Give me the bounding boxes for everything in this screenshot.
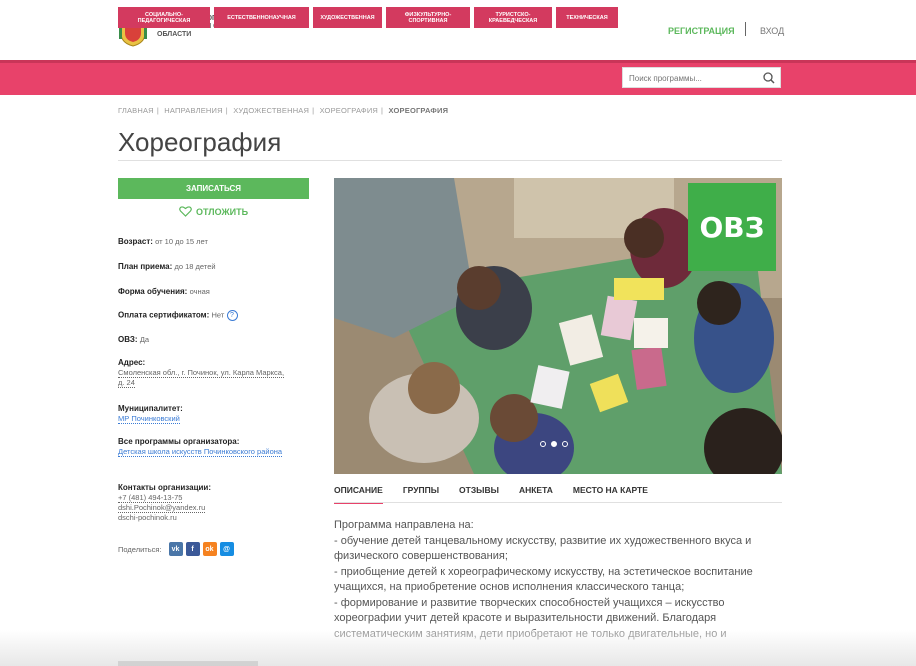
navbar-top-border xyxy=(0,60,916,63)
organizer-link[interactable]: Детская школа искусств Починковского рай… xyxy=(118,447,283,457)
plan-label: План приема: xyxy=(118,262,173,271)
nav-item-natural-science[interactable]: ЕСТЕСТВЕННОНАУЧНАЯ xyxy=(214,7,309,28)
email-link[interactable]: dshi.Pochinok@yandex.ru xyxy=(118,503,206,513)
slider-dots xyxy=(540,441,573,447)
mailru-icon[interactable]: @ xyxy=(219,542,234,556)
breadcrumb-separator: | xyxy=(381,106,384,115)
odnoklassniki-icon[interactable]: ok xyxy=(202,542,217,556)
slider-dot[interactable] xyxy=(562,441,568,447)
description-line: Программа направлена на: xyxy=(334,519,474,531)
certificate-row: Оплата сертификатом: Нет ? xyxy=(118,310,238,321)
address-row: Адрес: Смоленская обл., г. Починок, ул. К… xyxy=(118,358,288,388)
age-value: от 10 до 15 лет xyxy=(155,237,208,246)
municipality-row: Муниципалитет: МР Починковский xyxy=(118,404,288,424)
tabs-divider xyxy=(334,502,782,503)
heart-icon xyxy=(179,206,192,217)
slider-dot[interactable] xyxy=(540,441,546,447)
phone-link[interactable]: +7 (481) 494-13-75 xyxy=(118,493,183,503)
breadcrumb-separator: | xyxy=(225,106,228,115)
breadcrumb-art[interactable]: ХУДОЖЕСТВЕННАЯ xyxy=(233,106,309,115)
nav-item-technical[interactable]: ТЕХНИЧЕСКАЯ xyxy=(556,7,618,28)
login-link[interactable]: ВХОД xyxy=(760,26,784,36)
age-row: Возраст: от 10 до 15 лет xyxy=(118,237,208,247)
search-input[interactable] xyxy=(623,69,765,88)
description-line: - обучение детей танцевальному искусству… xyxy=(334,534,752,563)
header-divider xyxy=(745,22,746,36)
postpone-label: ОТЛОЖИТЬ xyxy=(196,206,249,217)
vk-icon[interactable]: vk xyxy=(168,542,183,556)
address-link[interactable]: Смоленская обл., г. Починок, ул. Карла М… xyxy=(118,368,285,388)
search-icon[interactable] xyxy=(763,71,775,84)
form-label: Форма обучения: xyxy=(118,287,188,296)
share-label: Поделиться: xyxy=(118,544,162,554)
ovz-value: Да xyxy=(139,335,150,344)
page-title: Хореография xyxy=(118,127,282,157)
breadcrumb-home[interactable]: ГЛАВНАЯ xyxy=(118,106,154,115)
ovz-badge: ОВЗ xyxy=(688,183,776,271)
enroll-button[interactable]: ЗАПИСАТЬСЯ xyxy=(118,178,309,199)
site-text: dschi-pochinok.ru xyxy=(118,513,177,522)
footer-fragment xyxy=(118,661,258,666)
help-icon[interactable]: ? xyxy=(226,310,238,321)
nav-item-tourism[interactable]: ТУРИСТСКО-КРАЕВЕДЧЕСКАЯ xyxy=(474,7,552,28)
share-row: Поделиться: vk f ok @ xyxy=(118,542,234,556)
breadcrumb-choreography[interactable]: ХОРЕОГРАФИЯ xyxy=(320,106,378,115)
contacts-row: Контакты организации: +7 (481) 494-13-75… xyxy=(118,483,293,523)
title-divider xyxy=(118,160,782,161)
program-search xyxy=(622,67,781,88)
slider-dot[interactable] xyxy=(551,441,557,447)
description-line: - приобщение детей к хореографическому и… xyxy=(334,565,753,594)
contacts-label: Контакты организации: xyxy=(118,483,211,492)
breadcrumb-current: ХОРЕОГРАФИЯ xyxy=(388,106,449,115)
facebook-icon[interactable]: f xyxy=(185,542,200,556)
nav-item-art[interactable]: ХУДОЖЕСТВЕННАЯ xyxy=(313,7,382,28)
certificate-value: Нет xyxy=(211,310,225,320)
plan-value: до 18 детей xyxy=(174,262,216,271)
postpone-button[interactable]: ОТЛОЖИТЬ xyxy=(179,206,248,217)
register-link[interactable]: РЕГИСТРАЦИЯ xyxy=(668,26,735,36)
municipality-label: Муниципалитет: xyxy=(118,404,183,413)
all-programs-label: Все программы организатора: xyxy=(118,437,240,446)
breadcrumb-separator: | xyxy=(312,106,315,115)
plan-row: План приема: до 18 детей xyxy=(118,262,216,272)
ovz-label: ОВЗ: xyxy=(118,335,138,344)
form-value: очная xyxy=(189,287,210,296)
certificate-label: Оплата сертификатом: xyxy=(118,310,210,320)
nav-item-social-pedagogical[interactable]: СОЦИАЛЬНО-ПЕДАГОГИЧЕСКАЯ xyxy=(118,7,210,28)
ovz-row: ОВЗ: Да xyxy=(118,335,149,345)
form-row: Форма обучения: очная xyxy=(118,287,210,297)
breadcrumb: ГЛАВНАЯ | НАПРАВЛЕНИЯ | ХУДОЖЕСТВЕННАЯ | ХО… xyxy=(118,106,448,115)
nav-item-sports[interactable]: ФИЗКУЛЬТУРНО-СПОРТИВНАЯ xyxy=(386,7,470,28)
address-label: Адрес: xyxy=(118,358,146,367)
program-description: Программа направлена на: - обучение дете… xyxy=(334,518,786,642)
age-label: Возраст: xyxy=(118,237,153,246)
breadcrumb-separator: | xyxy=(156,106,159,115)
all-programs-row: Все программы организатора: Детская школа… xyxy=(118,437,293,457)
municipality-link[interactable]: МР Починковский xyxy=(118,414,180,424)
breadcrumb-directions[interactable]: НАПРАВЛЕНИЯ xyxy=(164,106,223,115)
